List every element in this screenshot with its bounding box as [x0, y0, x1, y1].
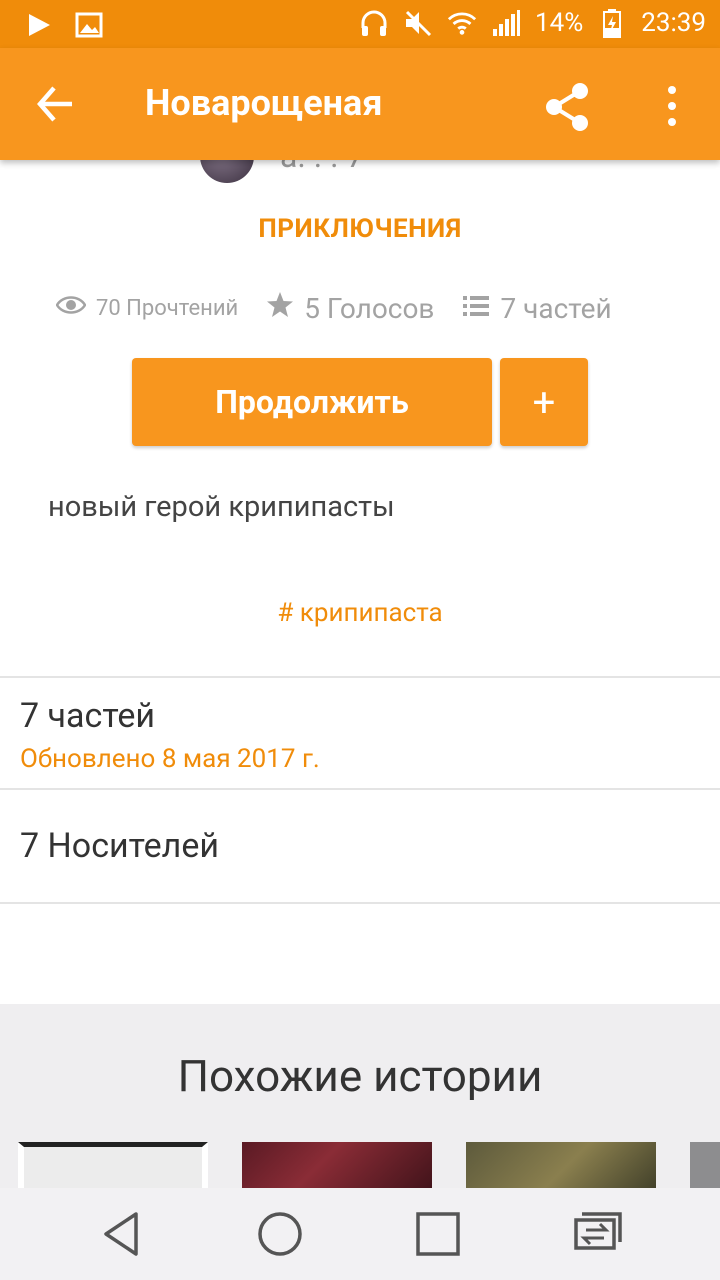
share-icon[interactable] — [540, 80, 594, 134]
story-cover[interactable] — [242, 1142, 432, 1194]
similar-stories-heading: Похожие истории — [177, 1050, 543, 1102]
recents-square-icon[interactable] — [410, 1206, 466, 1262]
signal-icon — [491, 8, 521, 38]
mute-icon — [403, 8, 433, 38]
home-circle-icon[interactable] — [252, 1206, 308, 1262]
table-of-contents-row[interactable]: 7 частей Обновлено 8 мая 2017 г. — [0, 678, 720, 788]
app-bar: Новарощеная — [0, 48, 720, 160]
similar-stories-carousel[interactable] — [18, 1142, 720, 1194]
back-arrow-icon[interactable] — [32, 80, 80, 128]
divider — [0, 902, 720, 904]
parts-total: 7 частей — [20, 696, 156, 736]
votes-count: 5 Голосов — [304, 291, 435, 325]
image-notification-icon — [74, 10, 104, 40]
updated-date: Обновлено 8 мая 2017 г. — [20, 744, 320, 774]
back-triangle-icon[interactable] — [96, 1206, 152, 1262]
clock: 23:39 — [641, 8, 706, 38]
battery-charging-icon — [597, 8, 627, 38]
story-cover[interactable] — [690, 1142, 720, 1194]
carriers-label: 7 Носителей — [20, 826, 219, 866]
switch-apps-icon[interactable] — [568, 1206, 624, 1262]
headphones-icon — [359, 8, 389, 38]
wifi-icon — [447, 8, 477, 38]
play-store-icon — [24, 10, 54, 40]
parts-stat: 7 частей — [462, 291, 612, 325]
eye-icon — [55, 294, 87, 322]
story-description: новый герой крипипасты — [48, 490, 395, 524]
star-icon — [266, 291, 294, 326]
story-tag[interactable]: # крипипаста — [0, 598, 720, 628]
status-bar: 14% 23:39 — [0, 0, 720, 48]
story-cover[interactable] — [466, 1142, 656, 1194]
reads-stat: 70 Прочтений — [55, 294, 239, 322]
story-stats: 70 Прочтений 5 Голосов 7 частей — [55, 284, 686, 332]
add-to-library-button[interactable]: + — [500, 358, 588, 446]
system-navigation-bar — [0, 1188, 720, 1280]
continue-reading-button[interactable]: Продолжить — [132, 358, 492, 446]
story-title: Новарощеная — [145, 82, 383, 124]
list-icon — [462, 292, 490, 325]
votes-stat: 5 Голосов — [266, 291, 434, 326]
parts-count: 7 частей — [500, 291, 612, 325]
reads-count: 70 Прочтений — [96, 295, 239, 321]
similar-stories-section: Похожие истории — [0, 1004, 720, 1194]
story-cover[interactable] — [18, 1142, 208, 1194]
overflow-menu-icon[interactable] — [656, 82, 688, 130]
carriers-row[interactable]: 7 Носителей — [0, 790, 720, 902]
battery-percent: 14% — [534, 8, 584, 38]
genre-label[interactable]: ПРИКЛЮЧЕНИЯ — [0, 214, 720, 244]
